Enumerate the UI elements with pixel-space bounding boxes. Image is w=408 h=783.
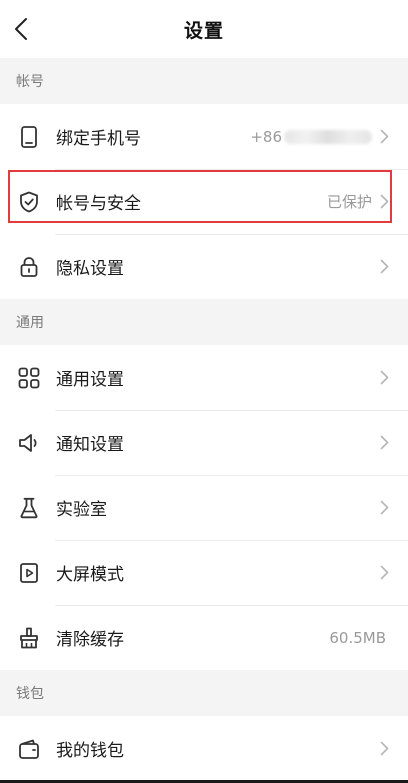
masked-phone-number [284,130,372,144]
page-title: 设置 [183,19,224,42]
privacy-settings-label: 隐私设置 [56,259,124,279]
chevron-right-icon [378,194,390,210]
chevron-right-icon [378,741,390,757]
bind-phone-label: 绑定手机号 [56,129,141,149]
large-screen-mode-row[interactable]: 大屏模式 [0,540,408,605]
top-bar: 设置 [0,0,408,58]
account-security-row[interactable]: 帐号与安全 已保护 [0,169,408,234]
bind-phone-row[interactable]: 绑定手机号 +86 [0,104,408,169]
chevron-right-icon [378,129,390,145]
clear-cache-label: 清除缓存 [56,630,124,650]
back-button[interactable] [6,12,36,46]
chevron-right-icon [378,500,390,516]
wallet-icon [18,738,40,760]
general-group: 通用设置 通知设置 实验室 大屏模式 清除缓存 60.5MB [0,345,408,670]
section-header-account: 帐号 [0,58,408,104]
play-square-icon [18,562,40,584]
phone-country-code: +86 [250,127,282,146]
chevron-right-icon [378,370,390,386]
section-header-general: 通用 [0,299,408,345]
section-header-wallet: 钱包 [0,670,408,716]
privacy-settings-row[interactable]: 隐私设置 [0,234,408,299]
account-security-label: 帐号与安全 [56,194,141,214]
speaker-icon [18,432,40,454]
flask-icon [18,497,40,519]
protection-status: 已保护 [326,193,372,211]
my-wallet-row[interactable]: 我的钱包 [0,716,408,781]
lock-icon [18,256,40,278]
grid-icon [18,367,40,389]
phone-icon [18,125,40,148]
lab-label: 实验室 [56,500,107,520]
chevron-left-icon [15,18,27,40]
chevron-right-icon [378,259,390,275]
lab-row[interactable]: 实验室 [0,475,408,540]
notification-settings-label: 通知设置 [56,435,124,455]
broom-icon [18,627,40,649]
clear-cache-row[interactable]: 清除缓存 60.5MB [0,605,408,670]
large-screen-mode-label: 大屏模式 [56,565,124,585]
chevron-right-icon [378,435,390,451]
general-settings-label: 通用设置 [56,370,124,390]
shield-check-icon [18,191,40,213]
my-wallet-label: 我的钱包 [56,741,124,761]
phone-number-value: +86 [250,128,372,146]
cache-size-value: 60.5MB [329,628,386,647]
chevron-right-icon [378,565,390,581]
notification-settings-row[interactable]: 通知设置 [0,410,408,475]
settings-page: 设置 帐号 绑定手机号 +86 帐号与安全 已保护 隐私设置 通用 通用设置 通… [0,0,408,783]
account-group: 绑定手机号 +86 帐号与安全 已保护 隐私设置 [0,104,408,299]
general-settings-row[interactable]: 通用设置 [0,345,408,410]
wallet-group: 我的钱包 [0,716,408,781]
